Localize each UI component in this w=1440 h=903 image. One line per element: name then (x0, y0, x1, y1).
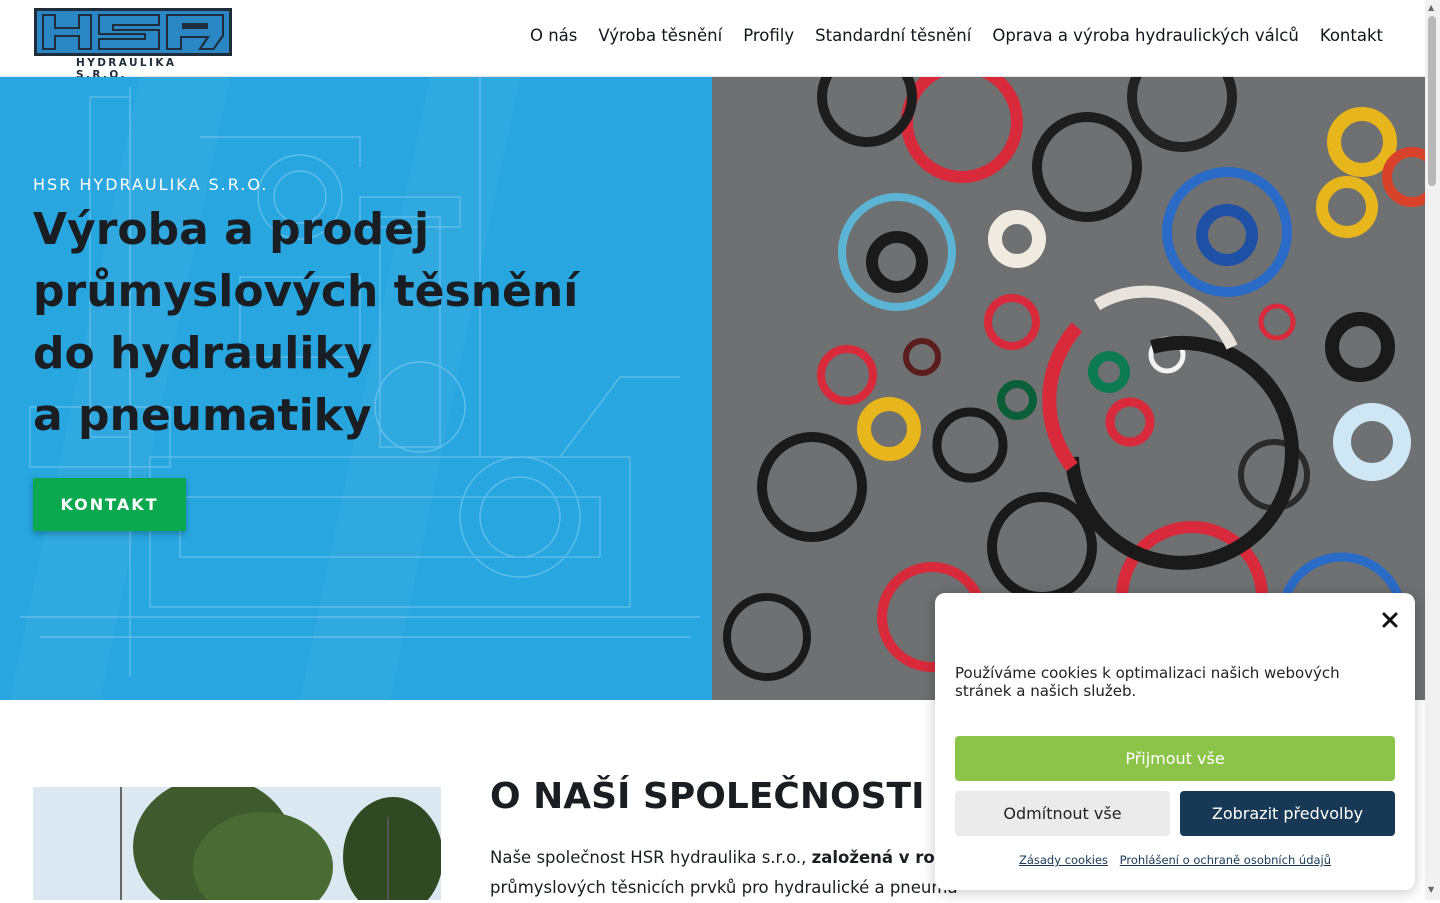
nav-item-standardni-tesneni[interactable]: Standardní těsnění (815, 26, 971, 45)
scroll-down-arrow-icon[interactable]: ▼ (1428, 885, 1434, 894)
hero-eyebrow: HSR HYDRAULIKA S.R.O. (33, 175, 269, 194)
hero-title-line: průmyslových těsnění (33, 266, 579, 317)
cookie-message: Používáme cookies k optimalizaci našich … (955, 664, 1340, 700)
scroll-up-arrow-icon[interactable]: ▲ (1428, 3, 1434, 12)
close-icon[interactable] (1375, 605, 1405, 635)
nav-item-kontakt[interactable]: Kontakt (1320, 26, 1383, 45)
hero-title-line: do hydrauliky (33, 328, 373, 379)
site-header: HYDRAULIKA S.R.O. O nás Výroba těsnění P… (0, 0, 1425, 81)
cookie-consent-dialog: Používáme cookies k optimalizaci našich … (935, 593, 1415, 890)
nav-item-profily[interactable]: Profily (743, 26, 794, 45)
cookie-links: Zásady cookies Prohlášení o ochraně osob… (935, 853, 1415, 867)
deny-all-button[interactable]: Odmítnout vše (955, 791, 1170, 836)
accept-all-button[interactable]: Přijmout vše (955, 736, 1395, 781)
about-heading: O NAŠÍ SPOLEČNOSTI (490, 776, 925, 817)
about-text-line2: průmyslových těsnicích prvků pro hydraul… (490, 878, 958, 897)
hero-title: Výroba a prodej průmyslových těsnění do … (33, 199, 633, 447)
hero-section: HSR HYDRAULIKA S.R.O. Výroba a prodej pr… (0, 77, 712, 700)
cookie-policy-link[interactable]: Zásady cookies (1019, 853, 1108, 867)
hsr-logo[interactable]: HYDRAULIKA S.R.O. (34, 8, 232, 81)
main-nav: O nás Výroba těsnění Profily Standardní … (530, 26, 1383, 45)
company-building-photo (33, 787, 441, 900)
nav-item-vyroba-tesneni[interactable]: Výroba těsnění (598, 26, 722, 45)
scrollbar-thumb[interactable] (1428, 16, 1436, 186)
hero-title-line: a pneumatiky (33, 390, 372, 441)
hero-title-line: Výroba a prodej (33, 204, 430, 255)
view-preferences-button[interactable]: Zobrazit předvolby (1180, 791, 1395, 836)
hsr-logo-mark (34, 8, 232, 56)
trees-illustration (33, 787, 441, 900)
about-text-start: Naše společnost HSR hydraulika s.r.o., (490, 848, 812, 867)
privacy-statement-link[interactable]: Prohlášení o ochraně osobních údajů (1120, 853, 1331, 867)
nav-item-o-nas[interactable]: O nás (530, 26, 577, 45)
nav-item-oprava-valcu[interactable]: Oprava a výroba hydraulických válců (992, 26, 1299, 45)
kontakt-cta-button[interactable]: KONTAKT (33, 478, 186, 531)
close-icon-glyph (1382, 612, 1398, 628)
